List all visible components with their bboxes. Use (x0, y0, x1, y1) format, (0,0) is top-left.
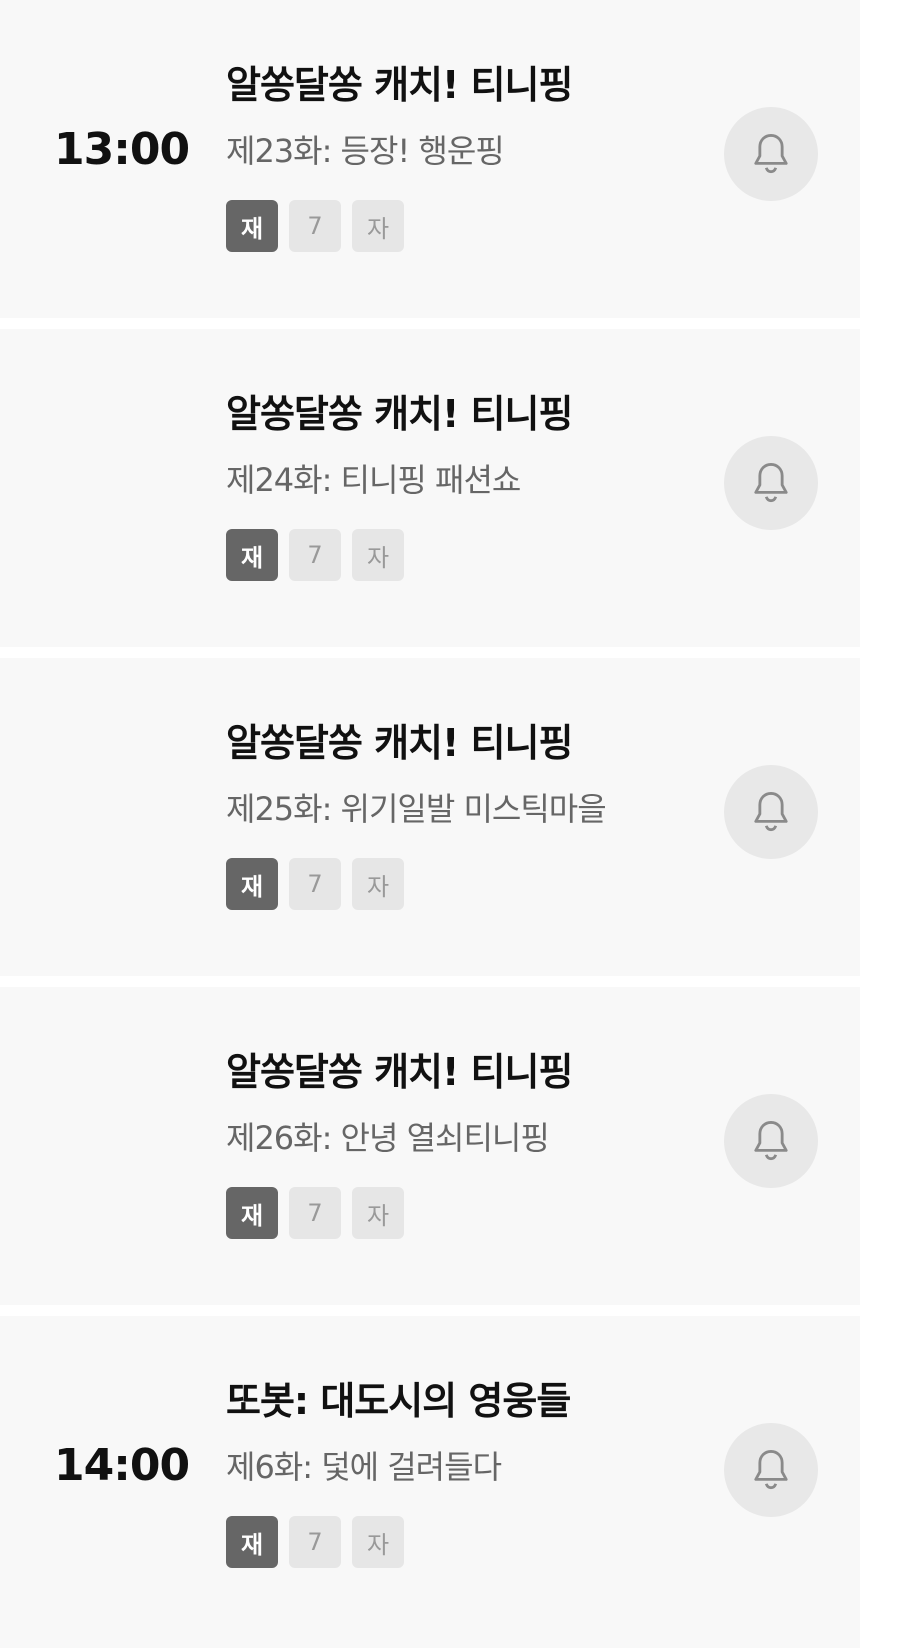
program-card[interactable]: 알쏭달쏭 캐치! 티니핑 제25화: 위기일발 미스틱마을 재 7 자 (0, 658, 860, 976)
bell-icon (754, 1121, 788, 1161)
episode-title: 제6화: 덫에 걸려들다 (226, 1448, 502, 1486)
episode-title: 제24화: 티니핑 패션쇼 (226, 461, 521, 499)
subtitle-badge: 자 (352, 858, 404, 910)
subtitle-badge: 자 (352, 1187, 404, 1239)
bell-icon (754, 134, 788, 174)
episode-title: 제23화: 등장! 행운핑 (226, 132, 505, 170)
rerun-badge: 재 (226, 858, 278, 910)
badge-group: 재 7 자 (226, 200, 404, 252)
program-title: 알쏭달쏭 캐치! 티니핑 (226, 63, 573, 107)
subtitle-badge: 자 (352, 529, 404, 581)
bell-icon (754, 463, 788, 503)
reminder-button[interactable] (724, 1094, 818, 1188)
reminder-button[interactable] (724, 1423, 818, 1517)
rerun-badge: 재 (226, 529, 278, 581)
program-title: 알쏭달쏭 캐치! 티니핑 (226, 392, 573, 436)
schedule-list: 13:00 알쏭달쏭 캐치! 티니핑 제23화: 등장! 행운핑 재 7 자 알… (0, 0, 900, 1648)
program-title: 또봇: 대도시의 영웅들 (226, 1379, 571, 1423)
subtitle-badge: 자 (352, 1516, 404, 1568)
bell-icon (754, 792, 788, 832)
subtitle-badge: 자 (352, 200, 404, 252)
badge-group: 재 7 자 (226, 1516, 404, 1568)
badge-group: 재 7 자 (226, 529, 404, 581)
broadcast-time: 13:00 (54, 124, 190, 175)
reminder-button[interactable] (724, 107, 818, 201)
reminder-button[interactable] (724, 765, 818, 859)
program-title: 알쏭달쏭 캐치! 티니핑 (226, 1050, 573, 1094)
rerun-badge: 재 (226, 200, 278, 252)
age-rating-badge: 7 (289, 200, 341, 252)
program-title: 알쏭달쏭 캐치! 티니핑 (226, 721, 573, 765)
badge-group: 재 7 자 (226, 858, 404, 910)
broadcast-time: 14:00 (54, 1440, 190, 1491)
bell-icon (754, 1450, 788, 1490)
program-card[interactable]: 13:00 알쏭달쏭 캐치! 티니핑 제23화: 등장! 행운핑 재 7 자 (0, 0, 860, 318)
episode-title: 제26화: 안녕 열쇠티니핑 (226, 1119, 550, 1157)
episode-title: 제25화: 위기일발 미스틱마을 (226, 790, 607, 828)
program-card[interactable]: 알쏭달쏭 캐치! 티니핑 제26화: 안녕 열쇠티니핑 재 7 자 (0, 987, 860, 1305)
age-rating-badge: 7 (289, 1516, 341, 1568)
age-rating-badge: 7 (289, 858, 341, 910)
rerun-badge: 재 (226, 1187, 278, 1239)
program-card[interactable]: 14:00 또봇: 대도시의 영웅들 제6화: 덫에 걸려들다 재 7 자 (0, 1316, 860, 1648)
reminder-button[interactable] (724, 436, 818, 530)
age-rating-badge: 7 (289, 529, 341, 581)
age-rating-badge: 7 (289, 1187, 341, 1239)
rerun-badge: 재 (226, 1516, 278, 1568)
badge-group: 재 7 자 (226, 1187, 404, 1239)
program-card[interactable]: 알쏭달쏭 캐치! 티니핑 제24화: 티니핑 패션쇼 재 7 자 (0, 329, 860, 647)
